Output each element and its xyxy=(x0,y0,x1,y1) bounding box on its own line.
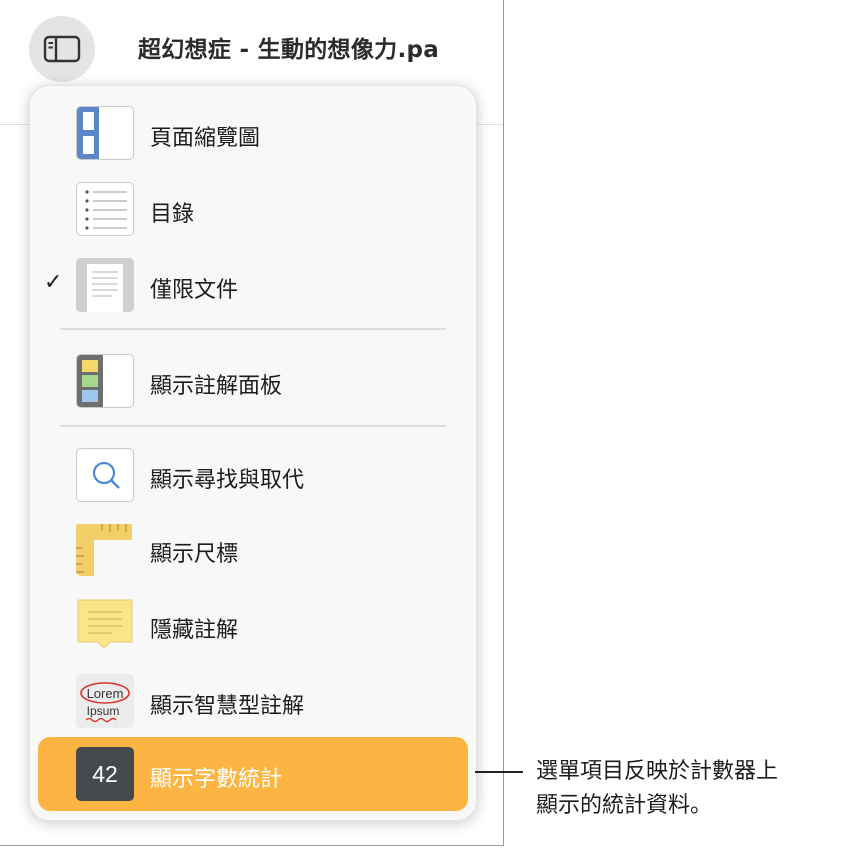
callout-line xyxy=(475,771,523,773)
comment-icon xyxy=(76,598,134,652)
menu-item-label: 隱藏註解 xyxy=(150,618,239,643)
checkmark-icon: ✓ xyxy=(44,270,63,295)
menu-item-show-word-count[interactable]: 42 顯示字數統計 xyxy=(38,737,468,811)
menu-item-show-ruler[interactable]: 顯示尺標 xyxy=(30,518,476,580)
menu-item-table-of-contents[interactable]: 目錄 xyxy=(30,178,476,240)
smart-annotation-word: Lorem xyxy=(87,686,124,701)
menu-item-label: 僅限文件 xyxy=(150,278,239,303)
word-count-value: 42 xyxy=(92,760,118,787)
menu-item-label: 目錄 xyxy=(150,202,195,227)
menu-item-page-thumbnails[interactable]: 頁面縮覽圖 xyxy=(30,102,476,164)
callout-line-1: 選單項目反映於計數器上 xyxy=(536,759,779,784)
smart-annotation-icon: Lorem Ipsum xyxy=(76,674,134,728)
menu-item-document-only[interactable]: ✓ 僅限文件 xyxy=(30,254,476,316)
search-icon xyxy=(76,448,134,502)
menu-item-label: 顯示智慧型註解 xyxy=(150,694,305,719)
menu-item-label: 顯示註解面板 xyxy=(150,374,283,399)
callout-text: 選單項目反映於計數器上 顯示的統計資料。 xyxy=(536,755,778,823)
menu-item-show-smart-annotations[interactable]: Lorem Ipsum 顯示智慧型註解 xyxy=(30,670,476,732)
ruler-icon xyxy=(76,522,134,576)
view-menu-button[interactable] xyxy=(29,16,95,82)
menu-item-label: 顯示字數統計 xyxy=(150,767,283,792)
table-of-contents-icon xyxy=(76,182,134,236)
menu-item-hide-comments[interactable]: 隱藏註解 xyxy=(30,594,476,656)
view-options-menu: 頁面縮覽圖 目錄 ✓ 僅限文件 顯示註解面板 顯示尋找與取代 顯示尺標 隱藏註解… xyxy=(29,85,477,821)
document-title: 超幻想症 - 生動的想像力.pa xyxy=(138,37,440,63)
word-count-icon: 42 xyxy=(76,747,134,801)
callout-line-2: 顯示的統計資料。 xyxy=(536,793,713,818)
document-only-icon xyxy=(76,258,134,312)
menu-item-label: 顯示尋找與取代 xyxy=(150,468,305,493)
menu-item-show-find-replace[interactable]: 顯示尋找與取代 xyxy=(30,444,476,506)
menu-item-label: 顯示尺標 xyxy=(150,542,239,567)
menu-divider xyxy=(60,328,446,330)
menu-item-label: 頁面縮覽圖 xyxy=(150,126,261,151)
sidebar-icon xyxy=(43,35,81,63)
menu-item-show-comments-pane[interactable]: 顯示註解面板 xyxy=(30,350,476,412)
page-thumbnails-icon xyxy=(76,106,134,160)
smart-annotation-word: Ipsum xyxy=(87,704,120,718)
comments-pane-icon xyxy=(76,354,134,408)
menu-divider xyxy=(60,425,446,427)
